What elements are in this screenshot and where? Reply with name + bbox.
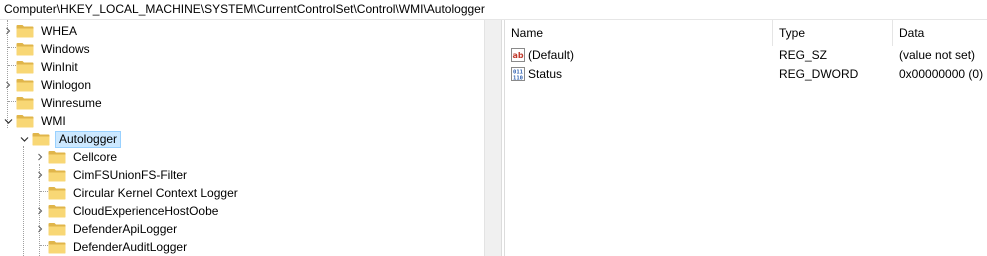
column-header-name-label: Name <box>511 26 544 40</box>
tree-item-label: Winlogon <box>41 78 92 92</box>
tree-item-whea[interactable]: WHEA <box>2 22 79 40</box>
svg-text:110: 110 <box>513 76 523 82</box>
tree-item-label: DefenderAuditLogger <box>73 240 188 254</box>
folder-icon <box>32 131 50 147</box>
folder-icon <box>16 23 34 39</box>
tree-item-label: Cellcore <box>73 150 118 164</box>
folder-icon <box>16 41 34 57</box>
tree-item-windows[interactable]: Windows <box>2 40 92 58</box>
folder-icon <box>16 95 34 111</box>
folder-icon <box>48 167 66 183</box>
tree-item-winlogon[interactable]: Winlogon <box>2 76 93 94</box>
tree-item-label: CimFSUnionFS-Filter <box>73 168 188 182</box>
tree-item-label: CloudExperienceHostOobe <box>73 204 219 218</box>
tree-item-cellcore[interactable]: Cellcore <box>34 148 119 166</box>
folder-icon <box>16 113 34 129</box>
folder-icon <box>16 77 34 93</box>
column-header-type[interactable]: Type <box>773 20 893 46</box>
tree-item-cimfsunionfs-filter[interactable]: CimFSUnionFS-Filter <box>34 166 189 184</box>
registry-editor-window: Computer\HKEY_LOCAL_MACHINE\SYSTEM\Curre… <box>0 0 987 256</box>
key-tree-pane: WHEA Windows WinInit Winlogon Winresume WMI Au… <box>0 20 484 256</box>
tree-vertical-scrollbar[interactable] <box>484 20 501 256</box>
tree-item-defenderauditlogger[interactable]: DefenderAuditLogger <box>34 238 189 256</box>
tree-item-winresume[interactable]: Winresume <box>2 94 104 112</box>
folder-icon <box>48 149 66 165</box>
value-row-default[interactable]: ab (Default) REG_SZ (value not set) <box>505 46 987 65</box>
tree-item-label: DefenderApiLogger <box>73 222 178 236</box>
tree-item-wmi[interactable]: WMI <box>2 112 68 130</box>
tree-item-cloudexperiencehostoobe[interactable]: CloudExperienceHostOobe <box>34 202 220 220</box>
column-header-data[interactable]: Data <box>893 20 987 46</box>
folder-icon <box>16 59 34 75</box>
tree-item-label: WinInit <box>41 60 78 74</box>
value-data: 0x00000000 (0) <box>899 67 984 81</box>
folder-icon <box>48 221 66 237</box>
chevron-right-icon[interactable] <box>34 166 46 184</box>
chevron-right-icon[interactable] <box>34 220 46 238</box>
value-type: REG_SZ <box>779 48 828 62</box>
binary-value-icon: 011 110 <box>511 67 525 81</box>
value-type: REG_DWORD <box>779 67 859 81</box>
address-path: Computer\HKEY_LOCAL_MACHINE\SYSTEM\Curre… <box>4 2 485 16</box>
folder-icon <box>48 185 66 201</box>
value-name: (Default) <box>528 48 575 62</box>
tree-item-label: Windows <box>41 42 90 56</box>
folder-icon <box>48 239 66 255</box>
chevron-right-icon[interactable] <box>34 148 46 166</box>
values-list-pane: Name Type Data ab (Default) REG_SZ (valu… <box>505 20 987 256</box>
tree-item-label: WHEA <box>41 24 77 38</box>
tree-item-circular-kernel-context-logger[interactable]: Circular Kernel Context Logger <box>34 184 240 202</box>
chevron-down-icon[interactable] <box>2 112 14 130</box>
tree-item-label: WMI <box>41 114 66 128</box>
string-value-icon: ab <box>511 48 525 62</box>
value-data: (value not set) <box>899 48 976 62</box>
tree-item-label: Winresume <box>41 96 102 110</box>
tree-item-autologger[interactable]: Autologger <box>18 130 122 148</box>
tree-item-defenderapilogger[interactable]: DefenderApiLogger <box>34 220 179 238</box>
column-header-name[interactable]: Name <box>505 20 773 46</box>
chevron-down-icon[interactable] <box>18 130 30 148</box>
address-bar[interactable]: Computer\HKEY_LOCAL_MACHINE\SYSTEM\Curre… <box>0 0 987 20</box>
svg-text:ab: ab <box>512 51 523 60</box>
tree-item-label: Autologger <box>55 130 122 148</box>
folder-icon <box>48 203 66 219</box>
value-name: Status <box>528 67 563 81</box>
column-header-type-label: Type <box>779 26 806 40</box>
column-header-data-label: Data <box>899 26 925 40</box>
chevron-right-icon[interactable] <box>34 202 46 220</box>
tree-item-label: Circular Kernel Context Logger <box>73 186 238 200</box>
chevron-right-icon[interactable] <box>2 22 14 40</box>
tree-guide-line <box>23 146 24 256</box>
tree-item-wininit[interactable]: WinInit <box>2 58 80 76</box>
value-row-status[interactable]: 011 110 Status REG_DWORD 0x00000000 (0) <box>505 65 987 84</box>
chevron-right-icon[interactable] <box>2 76 14 94</box>
